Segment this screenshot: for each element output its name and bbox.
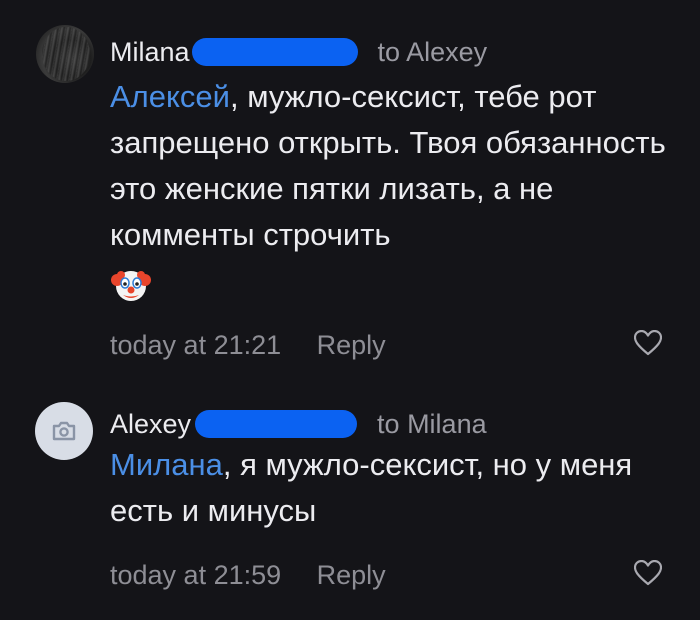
author-name[interactable]: Alexey <box>110 404 191 444</box>
author-name[interactable]: Milana <box>110 32 190 72</box>
comment-text: Милана, я мужло-сексист, но у меня есть … <box>110 442 670 534</box>
avatar[interactable] <box>36 25 94 83</box>
comment-header: Milana to Alexey <box>110 32 487 72</box>
reply-button[interactable]: Reply <box>317 560 386 590</box>
mention-link[interactable]: Алексей <box>110 79 230 114</box>
redaction-mark <box>191 38 358 66</box>
timestamp: today at 21:59 <box>110 560 282 590</box>
reply-to-label[interactable]: to Alexey <box>378 32 488 72</box>
reply-button[interactable]: Reply <box>317 330 386 360</box>
mention-link[interactable]: Милана <box>110 447 223 482</box>
comment-meta: today at 21:59 Reply <box>110 560 386 590</box>
comment-text: Алексей, мужло-сексист, тебе рот запреще… <box>110 74 670 306</box>
like-heart-icon[interactable] <box>634 330 662 356</box>
comment-meta: today at 21:21 Reply <box>110 330 386 360</box>
timestamp: today at 21:21 <box>110 330 282 360</box>
clown-face-icon <box>111 270 151 301</box>
avatar[interactable] <box>35 402 93 460</box>
camera-icon <box>52 421 76 441</box>
comment-header: Alexey to Milana <box>110 404 487 444</box>
redaction-mark <box>195 410 358 438</box>
reply-to-label[interactable]: to Milana <box>377 404 487 444</box>
like-heart-icon[interactable] <box>634 560 662 586</box>
